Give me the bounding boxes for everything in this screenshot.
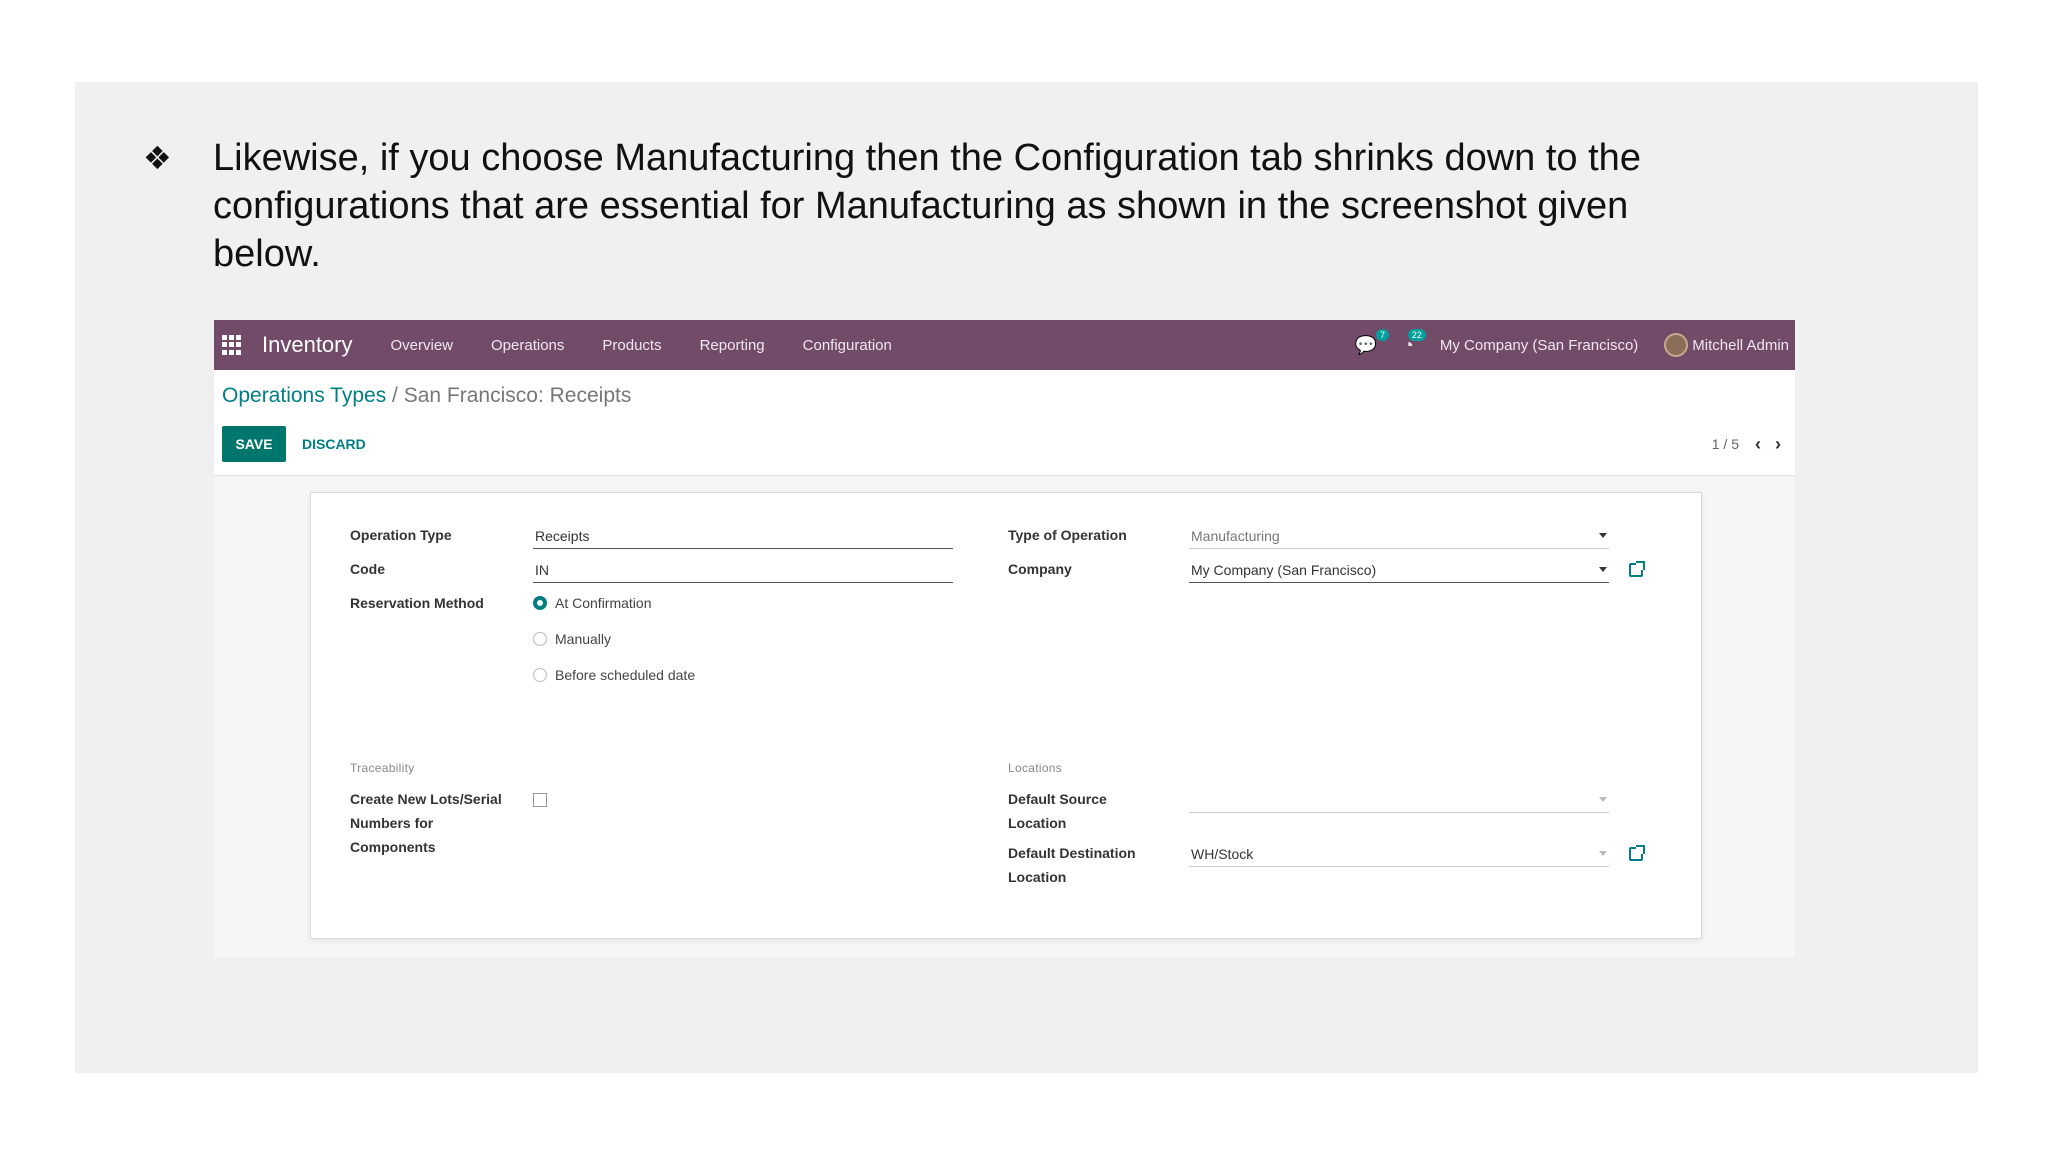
activities-icon[interactable]: ◔ 22 xyxy=(1403,328,1426,356)
company-label: Company xyxy=(1008,561,1072,577)
radio-at-confirmation[interactable]: At Confirmation xyxy=(533,593,651,613)
default-destination-location-select[interactable]: WH/Stock xyxy=(1189,841,1609,867)
radio-before-scheduled-date[interactable]: Before scheduled date xyxy=(533,665,695,685)
form-sheet: Operation Type Receipts Code IN Reservat… xyxy=(310,492,1702,939)
company-value: My Company (San Francisco) xyxy=(1191,562,1377,578)
breadcrumb-parent[interactable]: Operations Types xyxy=(222,384,386,407)
company-switcher[interactable]: My Company (San Francisco) xyxy=(1440,337,1638,354)
default-source-location-label: Default Source Location xyxy=(1008,791,1107,831)
default-destination-location-label: Default Destination Location xyxy=(1008,845,1136,885)
chevron-down-icon[interactable] xyxy=(1599,567,1607,572)
next-record-icon[interactable]: › xyxy=(1775,434,1781,455)
menu-products[interactable]: Products xyxy=(602,337,661,354)
slide-background: ❖ Likewise, if you choose Manufacturing … xyxy=(75,82,1978,1073)
avatar xyxy=(1664,333,1689,357)
type-of-operation-label: Type of Operation xyxy=(1008,527,1127,543)
breadcrumb: Operations Types / San Francisco: Receip… xyxy=(222,384,631,408)
company-select[interactable]: My Company (San Francisco) xyxy=(1189,557,1609,583)
breadcrumb-current: San Francisco: Receipts xyxy=(403,384,632,407)
code-input[interactable]: IN xyxy=(533,557,953,583)
control-panel: Operations Types / San Francisco: Receip… xyxy=(214,370,1795,476)
default-source-location-select[interactable] xyxy=(1189,787,1609,813)
create-lots-label: Create New Lots/Serial Numbers for Compo… xyxy=(350,791,502,855)
radio-label: Manually xyxy=(555,631,612,647)
operation-type-input[interactable]: Receipts xyxy=(533,523,953,549)
chevron-down-icon[interactable] xyxy=(1599,533,1607,538)
type-of-operation-select[interactable]: Manufacturing xyxy=(1189,523,1609,549)
odoo-screenshot: Inventory Overview Operations Products R… xyxy=(214,320,1795,957)
radio-button[interactable] xyxy=(533,632,547,646)
radio-label: Before scheduled date xyxy=(555,667,696,683)
code-label: Code xyxy=(350,561,385,577)
external-link-icon[interactable] xyxy=(1629,561,1645,577)
chevron-down-icon[interactable] xyxy=(1599,797,1607,802)
pager: 1 / 5 ‹ › xyxy=(1712,428,1781,460)
radio-button[interactable] xyxy=(533,668,547,682)
reservation-method-label: Reservation Method xyxy=(350,595,484,611)
menu-operations[interactable]: Operations xyxy=(491,337,564,354)
menu-overview[interactable]: Overview xyxy=(391,337,454,354)
breadcrumb-separator: / xyxy=(386,384,404,407)
type-of-operation-value: Manufacturing xyxy=(1191,528,1280,544)
radio-label: At Confirmation xyxy=(555,595,652,611)
bullet-diamond-icon: ❖ xyxy=(143,139,172,177)
radio-button-checked[interactable] xyxy=(533,596,547,610)
bullet-text: Likewise, if you choose Manufacturing th… xyxy=(213,137,1641,275)
messages-badge: 7 xyxy=(1376,328,1390,341)
menu-configuration[interactable]: Configuration xyxy=(803,337,892,354)
menu-reporting[interactable]: Reporting xyxy=(700,337,765,354)
app-name[interactable]: Inventory xyxy=(262,332,353,358)
pager-value[interactable]: 1 / 5 xyxy=(1712,436,1739,452)
external-link-icon[interactable] xyxy=(1629,845,1645,861)
chevron-down-icon[interactable] xyxy=(1599,851,1607,856)
top-navbar: Inventory Overview Operations Products R… xyxy=(214,320,1795,370)
default-destination-location-value: WH/Stock xyxy=(1191,846,1254,862)
user-menu[interactable]: Mitchell Admin xyxy=(1664,333,1789,357)
previous-record-icon[interactable]: ‹ xyxy=(1755,434,1761,455)
messages-icon[interactable]: 💬 7 xyxy=(1355,328,1390,356)
activities-badge: 22 xyxy=(1407,328,1426,341)
traceability-section-title: Traceability xyxy=(350,761,415,775)
navbar-systray: 💬 7 ◔ 22 My Company (San Francisco) Mitche… xyxy=(1355,320,1789,370)
bullet-point: ❖ Likewise, if you choose Manufacturing … xyxy=(143,134,1823,278)
operation-type-label: Operation Type xyxy=(350,527,452,543)
save-button[interactable]: SAVE xyxy=(222,426,286,462)
main-menu: Overview Operations Products Reporting C… xyxy=(391,337,892,354)
user-name: Mitchell Admin xyxy=(1692,336,1789,354)
discard-button[interactable]: DISCARD xyxy=(302,426,366,462)
create-lots-checkbox[interactable] xyxy=(533,793,547,807)
apps-menu-icon[interactable] xyxy=(222,335,242,355)
radio-manually[interactable]: Manually xyxy=(533,629,611,649)
locations-section-title: Locations xyxy=(1008,761,1063,775)
